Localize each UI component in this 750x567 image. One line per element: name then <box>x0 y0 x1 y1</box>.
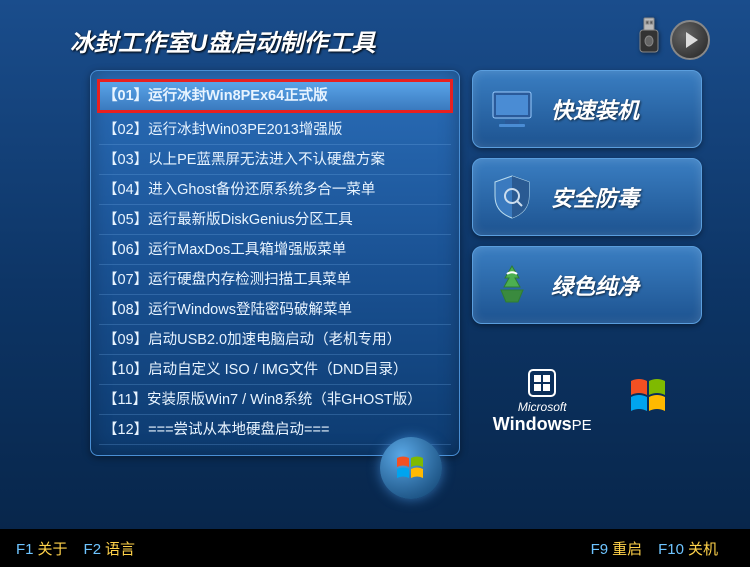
card-clean[interactable]: 绿色纯净 <box>472 246 702 324</box>
menu-item-10[interactable]: 【10】启动自定义 ISO / IMG文件（DND目录） <box>99 355 451 385</box>
card-label: 绿色纯净 <box>551 269 639 301</box>
menu-item-11[interactable]: 【11】安装原版Win7 / Win8系统（非GHOST版） <box>99 385 451 415</box>
menu-item-5[interactable]: 【05】运行最新版DiskGenius分区工具 <box>99 205 451 235</box>
card-antivirus[interactable]: 安全防毒 <box>472 158 702 236</box>
menu-item-9[interactable]: 【09】启动USB2.0加速电脑启动（老机专用） <box>99 325 451 355</box>
windows-flag-logo <box>625 369 681 430</box>
menu-item-1[interactable]: 【01】运行冰封Win8PEx64正式版 <box>97 79 453 113</box>
shield-icon <box>487 172 537 222</box>
computer-icon <box>487 84 537 134</box>
boot-menu: 【01】运行冰封Win8PEx64正式版【02】运行冰封Win03PE2013增… <box>90 70 460 456</box>
menu-item-2[interactable]: 【02】运行冰封Win03PE2013增强版 <box>99 115 451 145</box>
menu-item-3[interactable]: 【03】以上PE蓝黑屏无法进入不认硬盘方案 <box>99 145 451 175</box>
menu-item-6[interactable]: 【06】运行MaxDos工具箱增强版菜单 <box>99 235 451 265</box>
card-quick-install[interactable]: 快速装机 <box>472 70 702 148</box>
menu-item-7[interactable]: 【07】运行硬盘内存检测扫描工具菜单 <box>99 265 451 295</box>
app-title: 冰封工作室U盘启动制作工具 <box>70 23 375 58</box>
f10-shutdown[interactable]: F10关机 <box>658 538 734 559</box>
play-button[interactable] <box>670 20 710 60</box>
card-label: 安全防毒 <box>551 181 639 213</box>
logos-row: Microsoft WindowsPE <box>472 364 702 435</box>
windows-orb-icon <box>380 437 442 499</box>
menu-item-4[interactable]: 【04】进入Ghost备份还原系统多合一菜单 <box>99 175 451 205</box>
f9-restart[interactable]: F9重启 <box>591 538 659 559</box>
windows-pe-logo: Microsoft WindowsPE <box>493 364 592 435</box>
f2-language[interactable]: F2语言 <box>84 538 152 559</box>
menu-item-8[interactable]: 【08】运行Windows登陆密码破解菜单 <box>99 295 451 325</box>
card-label: 快速装机 <box>551 93 639 125</box>
usb-icon <box>616 14 664 67</box>
f1-about[interactable]: F1关于 <box>16 538 84 559</box>
recycle-icon <box>487 260 537 310</box>
footer-bar: F1关于 F2语言 F9重启 F10关机 <box>0 529 750 567</box>
